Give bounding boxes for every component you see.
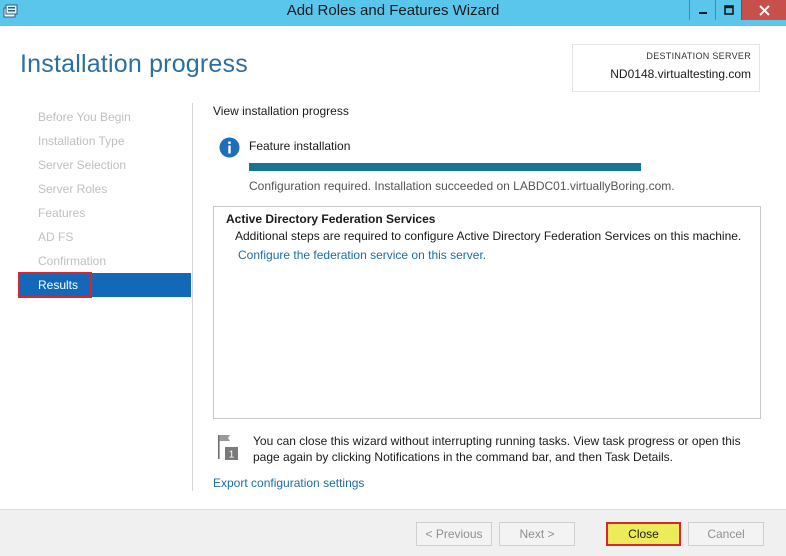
nav-divider: [192, 103, 193, 491]
progress-heading: View installation progress: [213, 104, 349, 118]
close-icon: [758, 4, 770, 16]
info-icon: [219, 137, 240, 158]
installation-status-text: Configuration required. Installation suc…: [249, 179, 675, 193]
nav-item-server-roles[interactable]: Server Roles: [20, 177, 191, 201]
wizard-steps-nav: Before You Begin Installation Type Serve…: [18, 105, 191, 298]
configure-federation-link[interactable]: Configure the federation service on this…: [238, 248, 486, 262]
close-wizard-note: You can close this wizard without interr…: [253, 434, 741, 464]
nav-item-confirmation[interactable]: Confirmation: [20, 249, 191, 273]
minimize-button[interactable]: [689, 0, 715, 20]
destination-server-box: DESTINATION SERVER ND0148.virtualtesting…: [572, 44, 760, 92]
destination-server-label: DESTINATION SERVER: [646, 51, 751, 61]
destination-server-name: ND0148.virtualtesting.com: [610, 67, 751, 81]
wizard-footer: < Previous Next > Close Cancel: [0, 509, 786, 556]
window-title: Add Roles and Features Wizard: [286, 2, 500, 19]
cancel-button[interactable]: Cancel: [688, 522, 764, 546]
result-description: Additional steps are required to configu…: [235, 229, 742, 243]
nav-item-features[interactable]: Features: [20, 201, 191, 225]
nav-item-ad-fs[interactable]: AD FS: [20, 225, 191, 249]
feature-installation-label: Feature installation: [249, 139, 351, 153]
next-button[interactable]: Next >: [499, 522, 575, 546]
installation-progress-bar: [249, 163, 641, 171]
nav-item-results[interactable]: Results: [18, 272, 191, 298]
results-panel[interactable]: Active Directory Federation Services Add…: [213, 206, 761, 419]
progress-fill: [249, 163, 641, 171]
page-title: Installation progress: [20, 50, 248, 78]
notification-flag-icon: 1: [216, 433, 240, 461]
minimize-icon: [698, 12, 707, 14]
nav-item-before-you-begin[interactable]: Before You Begin: [20, 105, 191, 129]
close-button[interactable]: Close: [606, 522, 681, 546]
maximize-button[interactable]: [715, 0, 741, 20]
previous-button[interactable]: < Previous: [416, 522, 492, 546]
notification-badge: 1: [229, 450, 235, 461]
nav-item-server-selection[interactable]: Server Selection: [20, 153, 191, 177]
title-bar[interactable]: Add Roles and Features Wizard: [0, 0, 786, 26]
highlight-box: [18, 272, 92, 298]
maximize-icon: [723, 5, 734, 15]
result-title: Active Directory Federation Services: [226, 212, 436, 226]
export-configuration-link[interactable]: Export configuration settings: [213, 476, 364, 490]
close-window-button[interactable]: [741, 0, 786, 20]
nav-item-installation-type[interactable]: Installation Type: [20, 129, 191, 153]
